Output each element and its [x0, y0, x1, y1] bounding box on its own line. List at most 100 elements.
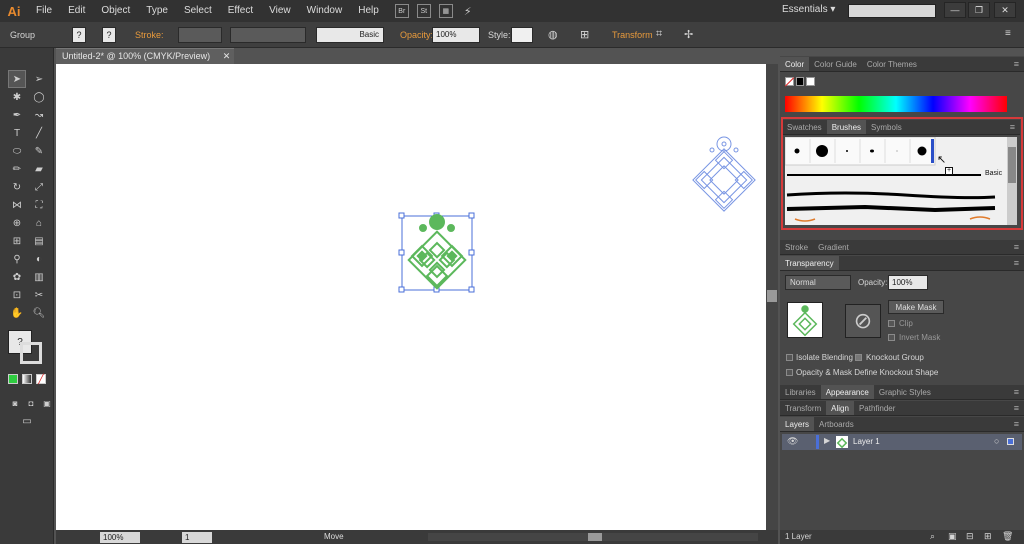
- menu-help[interactable]: Help: [350, 0, 387, 22]
- white-swatch[interactable]: [806, 77, 816, 86]
- tab-transparency[interactable]: Transparency: [780, 256, 839, 270]
- stroke-label[interactable]: Stroke:: [135, 30, 164, 40]
- curvature-icon[interactable]: ↝: [30, 106, 48, 124]
- gpu-performance-icon[interactable]: ⚡: [461, 4, 475, 18]
- tab-stroke[interactable]: Stroke: [780, 240, 813, 254]
- gradient-tool-icon[interactable]: ▤: [30, 232, 48, 250]
- ellipse-tool-icon[interactable]: ⬭: [8, 142, 26, 160]
- stock-icon[interactable]: St: [416, 4, 431, 18]
- invert-mask-checkbox[interactable]: [888, 334, 895, 341]
- pencil-icon[interactable]: ✏: [8, 160, 26, 178]
- trash-icon[interactable]: 🗑︎: [1002, 531, 1013, 542]
- brush-definition-select[interactable]: Basic: [316, 27, 384, 43]
- symbol-sprayer-icon[interactable]: ✿: [8, 268, 26, 286]
- menu-file[interactable]: File: [28, 0, 60, 22]
- type-tool-icon[interactable]: T: [8, 124, 26, 142]
- tab-layers[interactable]: Layers: [780, 417, 815, 431]
- width-tool-icon[interactable]: ⋈: [8, 196, 26, 214]
- canvas-vertical-scrollbar[interactable]: [766, 64, 778, 530]
- blend-mode-select[interactable]: Normal: [785, 275, 851, 290]
- line-tool-icon[interactable]: ╱: [30, 124, 48, 142]
- menu-select[interactable]: Select: [176, 0, 220, 22]
- tab-pathfinder[interactable]: Pathfinder: [854, 401, 900, 415]
- shape-builder-icon[interactable]: ⊕: [8, 214, 26, 232]
- free-transform-icon[interactable]: ⛶: [30, 196, 48, 214]
- menu-type[interactable]: Type: [138, 0, 176, 22]
- menu-view[interactable]: View: [261, 0, 299, 22]
- panel-opacity-input[interactable]: 100%: [888, 275, 928, 290]
- transparency-panel-menu-icon[interactable]: ≡: [1014, 256, 1024, 270]
- expand-layer-icon[interactable]: ▶: [824, 436, 830, 445]
- direct-selection-icon[interactable]: ➢: [30, 70, 48, 88]
- align-options-icon[interactable]: ⊞: [580, 28, 589, 41]
- panel-menu-icon[interactable]: ≡: [1014, 57, 1024, 71]
- tab-appearance[interactable]: Appearance: [820, 385, 874, 399]
- graphic-style-swatch[interactable]: [511, 27, 533, 43]
- hand-tool-icon[interactable]: ✋: [8, 304, 26, 322]
- black-swatch[interactable]: [795, 77, 805, 86]
- control-bar-menu-icon[interactable]: ≡: [1005, 28, 1011, 39]
- stroke-swatch[interactable]: ?: [102, 27, 116, 43]
- color-mode-icon[interactable]: [8, 374, 18, 384]
- column-graph-icon[interactable]: ▥: [30, 268, 48, 286]
- visibility-eye-icon[interactable]: 👁︎: [787, 436, 798, 447]
- menu-window[interactable]: Window: [299, 0, 351, 22]
- current-tool-status[interactable]: Move: [324, 532, 344, 541]
- artboard-tool-icon[interactable]: ⊡: [8, 286, 26, 304]
- bridge-icon[interactable]: Br: [394, 4, 409, 18]
- none-mode-icon[interactable]: ╱: [36, 374, 46, 384]
- variable-width-select[interactable]: [230, 27, 306, 43]
- arrange-documents-icon[interactable]: ▦: [438, 4, 453, 18]
- tab-transform[interactable]: Transform: [780, 401, 826, 415]
- locate-object-icon[interactable]: ⌕: [930, 531, 935, 542]
- clip-checkbox[interactable]: [888, 320, 895, 327]
- document-tab[interactable]: Untitled-2* @ 100% (CMYK/Preview) ✕: [56, 48, 234, 64]
- perspective-grid-icon[interactable]: ⌂: [30, 214, 48, 232]
- tab-artboards[interactable]: Artboards: [814, 417, 859, 431]
- gradient-mode-icon[interactable]: [22, 374, 32, 384]
- pen-tool-icon[interactable]: ✒: [8, 106, 26, 124]
- new-sublayer-icon[interactable]: ⊟: [966, 531, 974, 542]
- opacity-input[interactable]: 100%: [432, 27, 480, 43]
- eyedropper-icon[interactable]: ⚲: [8, 250, 26, 268]
- stroke-panel-menu-icon[interactable]: ≡: [1014, 240, 1024, 254]
- isolate-group-icon[interactable]: ⌗: [656, 28, 662, 41]
- stroke-weight-input[interactable]: [178, 27, 222, 43]
- make-mask-button[interactable]: Make Mask: [888, 300, 944, 314]
- clipping-mask-icon[interactable]: ▣: [948, 531, 957, 542]
- recolor-artwork-icon[interactable]: ◍: [548, 28, 558, 41]
- target-icon[interactable]: ○: [994, 436, 999, 446]
- knockout-group-checkbox[interactable]: [855, 354, 862, 361]
- layer-name[interactable]: Layer 1: [853, 437, 880, 446]
- scale-icon[interactable]: ⤢: [30, 178, 48, 196]
- artboard[interactable]: [56, 64, 766, 530]
- tab-color-themes[interactable]: Color Themes: [862, 57, 922, 71]
- tab-color-guide[interactable]: Color Guide: [809, 57, 862, 71]
- menu-effect[interactable]: Effect: [220, 0, 261, 22]
- draw-inside-icon[interactable]: ▣: [38, 394, 56, 412]
- appearance-panel-menu-icon[interactable]: ≡: [1014, 385, 1024, 399]
- menu-edit[interactable]: Edit: [60, 0, 93, 22]
- zoom-tool-icon[interactable]: 🔍︎: [30, 304, 48, 322]
- none-swatch[interactable]: [784, 77, 795, 87]
- opacity-label[interactable]: Opacity:: [400, 30, 433, 40]
- workspace-switcher[interactable]: Essentials ▾: [782, 4, 835, 15]
- new-layer-icon[interactable]: ⊞: [984, 531, 992, 542]
- close-doc-icon[interactable]: ✕: [223, 51, 231, 61]
- tab-libraries[interactable]: Libraries: [780, 385, 821, 399]
- transform-link[interactable]: Transform: [612, 30, 653, 40]
- horizontal-scrollbar[interactable]: [428, 533, 758, 541]
- layer-row[interactable]: 👁︎ ▶ Layer 1 ○: [782, 434, 1022, 450]
- screen-mode-icon[interactable]: ▭: [18, 412, 36, 430]
- align-panel-menu-icon[interactable]: ≡: [1014, 401, 1024, 415]
- shape-options-icon[interactable]: ✢: [684, 28, 693, 41]
- rotate-icon[interactable]: ↻: [8, 178, 26, 196]
- blend-tool-icon[interactable]: ◐: [30, 250, 48, 268]
- object-thumbnail[interactable]: [787, 302, 823, 338]
- magic-wand-icon[interactable]: ✱: [8, 88, 26, 106]
- restore-button[interactable]: ❐: [968, 2, 990, 18]
- lasso-icon[interactable]: ◯: [30, 88, 48, 106]
- isolate-blending-checkbox[interactable]: [786, 354, 793, 361]
- selection-tool-icon[interactable]: ➤: [8, 70, 26, 88]
- zoom-level-input[interactable]: 100%: [100, 532, 140, 543]
